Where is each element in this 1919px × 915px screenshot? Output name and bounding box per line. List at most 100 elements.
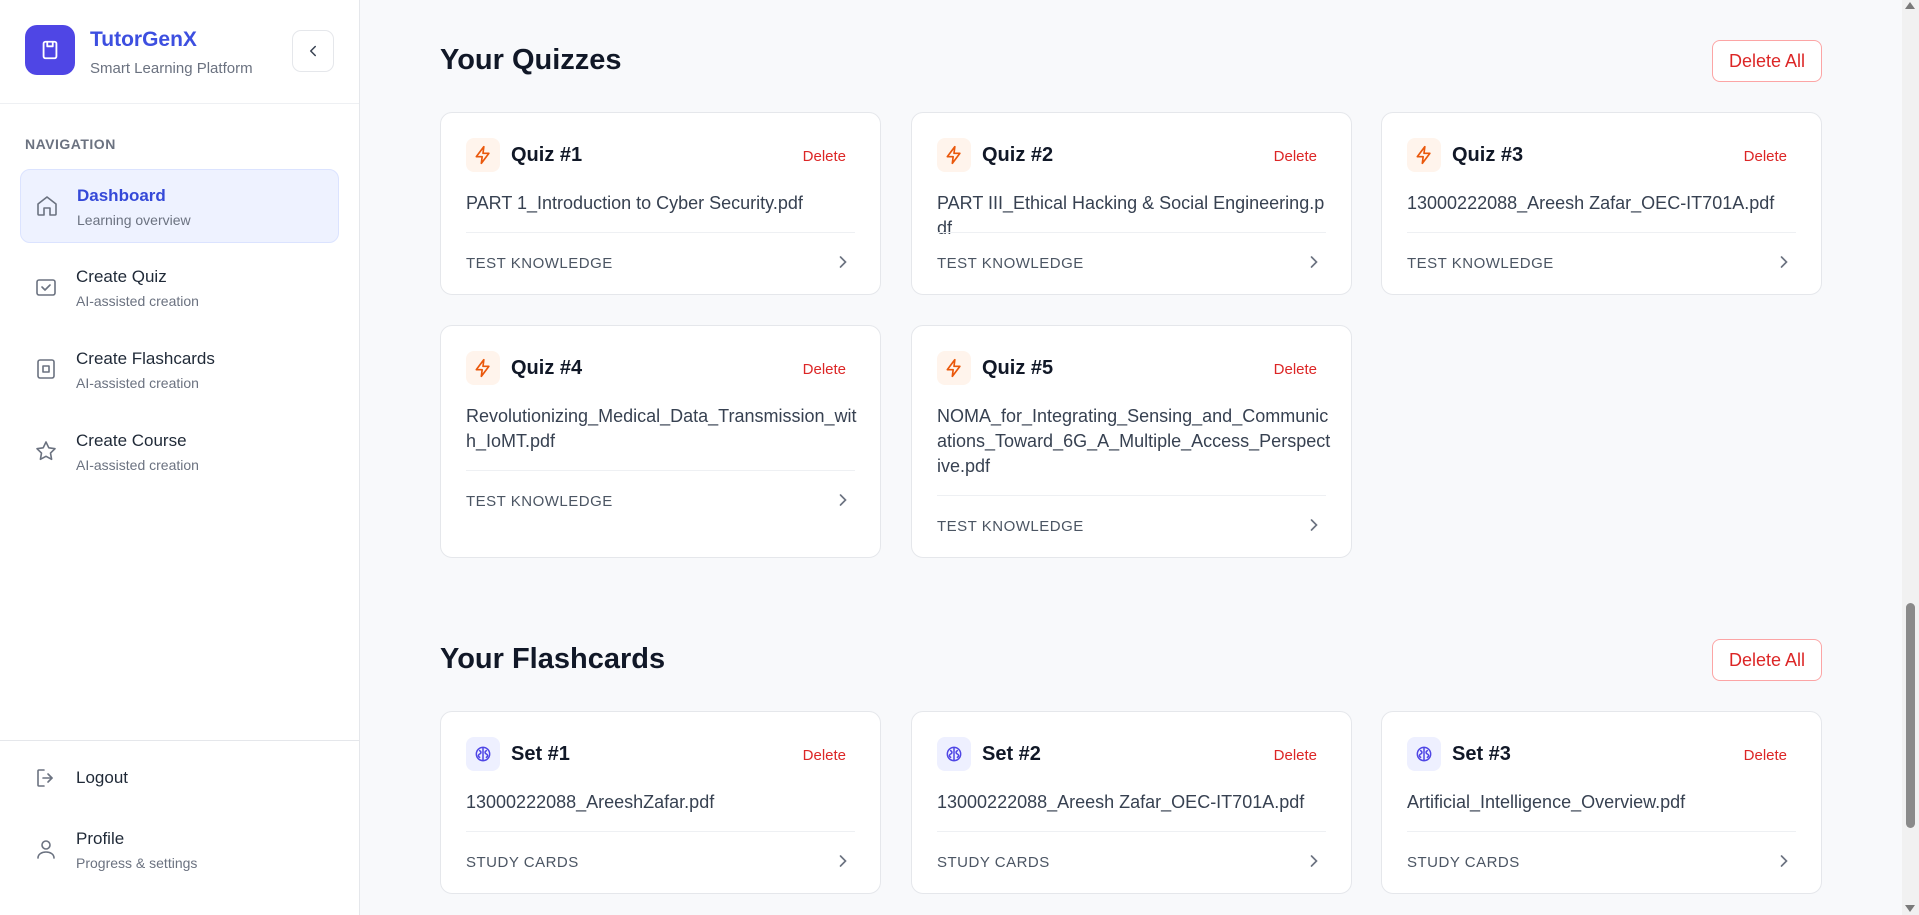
sidebar-item-sub: Progress & settings [76,855,198,871]
app-title: TutorGenX [90,28,197,51]
chevron-right-icon [1310,519,1318,531]
page-scrollbar[interactable] [1902,0,1919,915]
set-title: Set #2 [982,743,1041,765]
brain-icon [466,737,500,771]
card-action-label: TEST KNOWLEDGE [466,255,613,272]
card-action-label: TEST KNOWLEDGE [937,518,1084,535]
star-icon [36,441,56,461]
delete-quiz-button[interactable]: Delete [1274,148,1317,165]
lightning-icon [1407,138,1441,172]
delete-quiz-button[interactable]: Delete [803,361,846,378]
flashcard-set-card[interactable]: Set #2 Delete 13000222088_Areesh Zafar_O… [911,711,1352,894]
sidebar-item-label: Dashboard [77,186,166,205]
set-file-name: Artificial_Intelligence_Overview.pdf [1407,792,1686,812]
sidebar-item-create-quiz[interactable]: Create Quiz AI-assisted creation [20,251,339,325]
chevron-right-icon [1310,256,1318,268]
card-action-label: TEST KNOWLEDGE [1407,255,1554,272]
delete-set-button[interactable]: Delete [1274,747,1317,764]
card-action-label: STUDY CARDS [937,854,1050,871]
card-action-label: STUDY CARDS [1407,854,1520,871]
quiz-card[interactable]: Quiz #1 Delete PART 1_Introduction to Cy… [440,112,881,295]
lightning-icon [937,351,971,385]
set-title: Set #1 [511,743,570,765]
brain-icon [937,737,971,771]
quiz-card[interactable]: Quiz #5 Delete NOMA_for_Integrating_Sens… [911,325,1352,558]
scrollbar-thumb[interactable] [1906,603,1915,828]
home-icon [37,196,57,216]
sidebar-item-dashboard[interactable]: Dashboard Learning overview [20,169,339,243]
chevron-right-icon [839,256,847,268]
flashcard-set-card[interactable]: Set #1 Delete 13000222088_AreeshZafar.pd… [440,711,881,894]
sidebar-item-label: Create Course [76,431,187,450]
chevron-left-icon [310,45,316,57]
test-knowledge-link[interactable]: TEST KNOWLEDGE [1407,232,1796,294]
quiz-check-icon [36,279,56,296]
delete-quiz-button[interactable]: Delete [803,148,846,165]
test-knowledge-link[interactable]: TEST KNOWLEDGE [466,232,855,294]
study-cards-link[interactable]: STUDY CARDS [1407,831,1796,893]
quiz-card[interactable]: Quiz #4 Delete Revolutionizing_Medical_D… [440,325,881,558]
delete-all-flashcards-button[interactable]: Delete All [1712,639,1822,681]
quiz-title: Quiz #2 [982,144,1054,166]
logout-label: Logout [76,768,128,787]
sidebar: TutorGenX Smart Learning Platform NAVIGA… [0,0,360,915]
collapse-sidebar-button[interactable] [292,30,334,72]
quiz-title: Quiz #4 [511,357,583,379]
test-knowledge-link[interactable]: TEST KNOWLEDGE [937,495,1326,557]
sidebar-item-sub: AI-assisted creation [76,375,199,391]
set-file-name: 13000222088_AreeshZafar.pdf [466,792,715,812]
card-action-label: TEST KNOWLEDGE [937,255,1084,272]
quiz-card[interactable]: Quiz #2 Delete PART III_Ethical Hacking … [911,112,1352,295]
quiz-file-name: PART 1_Introduction to Cyber Security.pd… [466,193,803,213]
app-subtitle: Smart Learning Platform [90,60,253,77]
chevron-right-icon [1310,855,1318,867]
quiz-title: Quiz #3 [1452,144,1524,166]
sidebar-item-sub: AI-assisted creation [76,457,199,473]
quiz-title: Quiz #5 [982,357,1054,379]
chevron-right-icon [1780,256,1788,268]
scroll-up-arrow-icon[interactable] [1905,2,1915,9]
nav-heading: NAVIGATION [25,136,116,152]
lightning-icon [466,351,500,385]
study-cards-link[interactable]: STUDY CARDS [466,831,855,893]
sidebar-footer: Logout Profile Progress & settings [0,740,360,915]
sidebar-item-create-course[interactable]: Create Course AI-assisted creation [20,415,339,489]
card-action-label: TEST KNOWLEDGE [466,493,613,510]
flashcard-set-card[interactable]: Set #3 Delete Artificial_Intelligence_Ov… [1381,711,1822,894]
brand-header: TutorGenX Smart Learning Platform [0,0,359,104]
sidebar-item-profile[interactable]: Profile Progress & settings [20,813,339,887]
delete-quiz-button[interactable]: Delete [1744,148,1787,165]
user-icon [37,840,55,859]
quiz-file-name: 13000222088_Areesh Zafar_OEC-IT701A.pdf [1407,193,1775,213]
sidebar-item-label: Create Flashcards [76,349,215,368]
logout-button[interactable]: Logout [20,753,339,803]
quiz-card[interactable]: Quiz #3 Delete 13000222088_Areesh Zafar_… [1381,112,1822,295]
flashcards-section-title: Your Flashcards [440,643,666,675]
delete-quiz-button[interactable]: Delete [1274,361,1317,378]
set-title: Set #3 [1452,743,1511,765]
main-content: Your Quizzes Delete All Quiz #1 Delete P… [361,0,1881,915]
delete-set-button[interactable]: Delete [1744,747,1787,764]
test-knowledge-link[interactable]: TEST KNOWLEDGE [937,232,1326,294]
delete-all-quizzes-button[interactable]: Delete All [1712,40,1822,82]
sidebar-item-label: Create Quiz [76,267,167,286]
quizzes-section-title: Your Quizzes [440,44,622,76]
quiz-title: Quiz #1 [511,144,583,166]
delete-set-button[interactable]: Delete [803,747,846,764]
quiz-file-name: NOMA_for_Integrating_Sensing_and_Communi… [937,406,1331,476]
sidebar-item-label: Profile [76,829,125,848]
brain-icon [1407,737,1441,771]
study-cards-link[interactable]: STUDY CARDS [937,831,1326,893]
app-logo-icon [25,25,75,75]
set-file-name: 13000222088_Areesh Zafar_OEC-IT701A.pdf [937,792,1305,812]
scroll-down-arrow-icon[interactable] [1905,905,1915,912]
chevron-right-icon [1780,855,1788,867]
chevron-right-icon [839,855,847,867]
sidebar-item-sub: Learning overview [77,212,191,228]
chevron-right-icon [839,494,847,506]
flashcard-icon [37,359,55,379]
lightning-icon [466,138,500,172]
sidebar-item-create-flashcards[interactable]: Create Flashcards AI-assisted creation [20,333,339,407]
quiz-file-name: Revolutionizing_Medical_Data_Transmissio… [466,406,857,451]
test-knowledge-link[interactable]: TEST KNOWLEDGE [466,470,855,532]
